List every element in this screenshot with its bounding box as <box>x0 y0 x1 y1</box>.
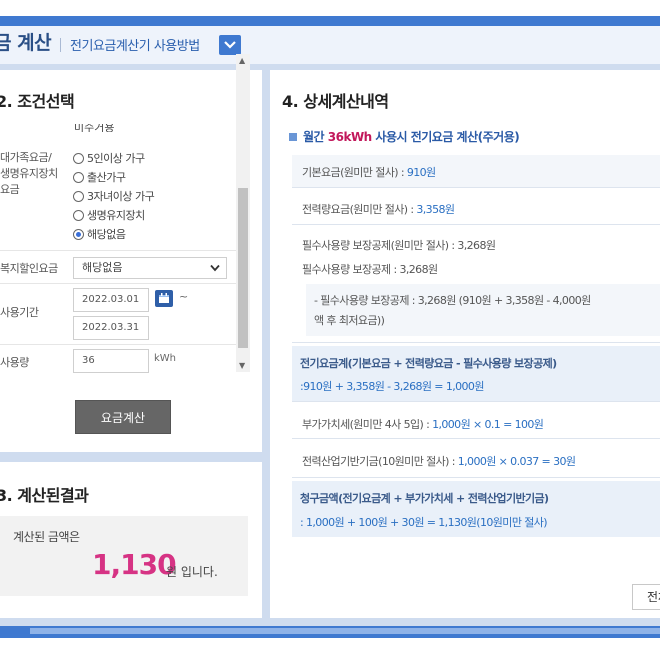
conditions-scrollbar[interactable]: ▲ ▼ <box>236 54 250 372</box>
radio-label: 해당없음 <box>87 228 126 241</box>
chevron-down-icon <box>224 41 236 49</box>
detail-vat-value: 1,000원 × 0.1 = 100원 <box>432 418 544 431</box>
radio-birth[interactable]: 출산가구 <box>73 171 126 187</box>
scroll-up-icon[interactable]: ▲ <box>239 56 245 65</box>
scroll-down-icon[interactable]: ▼ <box>239 361 245 370</box>
detail-fund: 전력산업기반기금(10원미만 절사) : 1,000원 × 0.037 = 30… <box>302 453 576 469</box>
radio-label: 5인이상 가구 <box>87 152 145 165</box>
divider <box>0 344 236 345</box>
detail-base-value: 910원 <box>406 166 436 179</box>
detail-base-label: 기본요금(원미만 절사) : <box>302 166 407 179</box>
divider <box>0 250 236 251</box>
subhead-post: 사용시 전기요금 계산(주거용) <box>371 130 520 144</box>
detail-deduct-note2: 액 후 최저요금)) <box>314 314 385 327</box>
radio-three-children[interactable]: 3자녀이상 가구 <box>73 190 155 206</box>
result-title: 3. 계산된결과 <box>0 486 89 505</box>
radio-circle-icon <box>73 210 84 221</box>
guide-dropdown-button[interactable] <box>219 35 241 55</box>
radio-selected-icon <box>73 229 84 240</box>
detail-base: 기본요금(원미만 절사) : 910원 <box>302 164 436 180</box>
header-separator <box>60 38 61 52</box>
usage-unit: kWh <box>154 353 177 364</box>
calendar-icon[interactable] <box>155 290 173 307</box>
details-subhead: 월간 36kWh 사용시 전기요금 계산(주거용) <box>289 128 520 145</box>
details-title: 4. 상세계산내역 <box>282 92 389 111</box>
detail-bill-calc: : 1,000원 + 100원 + 30원 = 1,130원(10원미만 절사) <box>300 516 548 529</box>
chevron-down-icon <box>210 264 220 272</box>
detail-energy-label: 전력량요금(원미만 절사) : <box>302 203 417 216</box>
subhead-kwh: 36kWh <box>327 130 372 144</box>
detail-energy: 전력량요금(원미만 절사) : 3,358원 <box>302 201 455 217</box>
scroll-thumb[interactable] <box>238 188 248 348</box>
detail-bill-head: 청구금액(전기요금계 + 부가가치세 + 전력산업기반기금) <box>300 492 549 505</box>
welfare-select-value: 해당없음 <box>82 261 123 274</box>
detail-vat-label: 부가가치세(원미만 4사 5입) : <box>302 418 433 431</box>
top-strip <box>0 0 660 16</box>
radio-circle-icon <box>73 172 84 183</box>
result-amount: 1,130 <box>92 548 177 581</box>
clipped-option: 미수거용 <box>74 124 114 132</box>
usage-input[interactable]: 36 <box>73 349 149 373</box>
detail-total-head: 전기요금계(기본요금 + 전력량요금 - 필수사용량 보장공제) <box>300 357 557 370</box>
period-end-input[interactable]: 2022.03.31 <box>73 316 149 340</box>
page-title: 금 계산 <box>0 32 52 54</box>
welfare-select[interactable]: 해당없음 <box>73 257 227 279</box>
radio-label: 생명유지장치 <box>87 209 145 222</box>
conditions-title: 2. 조건선택 <box>0 92 75 111</box>
family-label-line1: 대가족요금/ <box>0 151 52 164</box>
radio-five-plus[interactable]: 5인이상 가구 <box>73 152 145 168</box>
bottom-bar-highlight <box>30 628 660 634</box>
detail-deduct-note1: - 필수사용량 보장공제 : 3,268원 (910원 + 3,358원 - 4… <box>314 294 591 307</box>
detail-deduct2: 필수사용량 보장공제 : 3,268원 <box>302 263 438 276</box>
period-label: 사용기간 <box>0 306 39 319</box>
guide-link[interactable]: 전기요금계산기 사용방법 <box>70 35 200 54</box>
period-tilde: ~ <box>179 290 189 303</box>
calculate-button[interactable]: 요금계산 <box>75 400 171 434</box>
detail-fund-value: 1,000원 × 0.037 = 30원 <box>457 455 576 468</box>
result-unit: 원 입니다. <box>166 565 218 579</box>
radio-label: 출산가구 <box>87 171 126 184</box>
detail-total-calc: :910원 + 3,358원 - 3,268원 = 1,000원 <box>300 380 484 393</box>
detail-energy-value: 3,358원 <box>416 203 455 216</box>
usage-label: 사용량 <box>0 356 29 369</box>
radio-label: 3자녀이상 가구 <box>87 190 155 203</box>
detail-fund-label: 전력산업기반기금(10원미만 절사) : <box>302 455 458 468</box>
family-label-line3: 요금 <box>0 183 20 196</box>
radio-circle-icon <box>73 191 84 202</box>
details-side-button[interactable]: 전체 <box>632 584 660 610</box>
divider <box>0 283 236 284</box>
radio-life-support[interactable]: 생명유지장치 <box>73 209 145 225</box>
subhead-pre: 월간 <box>303 130 328 144</box>
welfare-label: 복지할인요금 <box>0 262 58 275</box>
clipped-option-label: 미수거용 <box>74 124 115 132</box>
radio-circle-icon <box>73 153 84 164</box>
square-bullet-icon <box>289 133 297 141</box>
detail-vat: 부가가치세(원미만 4사 5입) : 1,000원 × 0.1 = 100원 <box>302 416 544 432</box>
detail-deduct1: 필수사용량 보장공제(원미만 절사) : 3,268원 <box>302 239 496 252</box>
family-label-line2: 생명유지장치 <box>0 167 58 180</box>
period-start-input[interactable]: 2022.03.01 <box>73 288 149 312</box>
result-label: 계산된 금액은 <box>13 530 80 544</box>
radio-none[interactable]: 해당없음 <box>73 228 126 244</box>
